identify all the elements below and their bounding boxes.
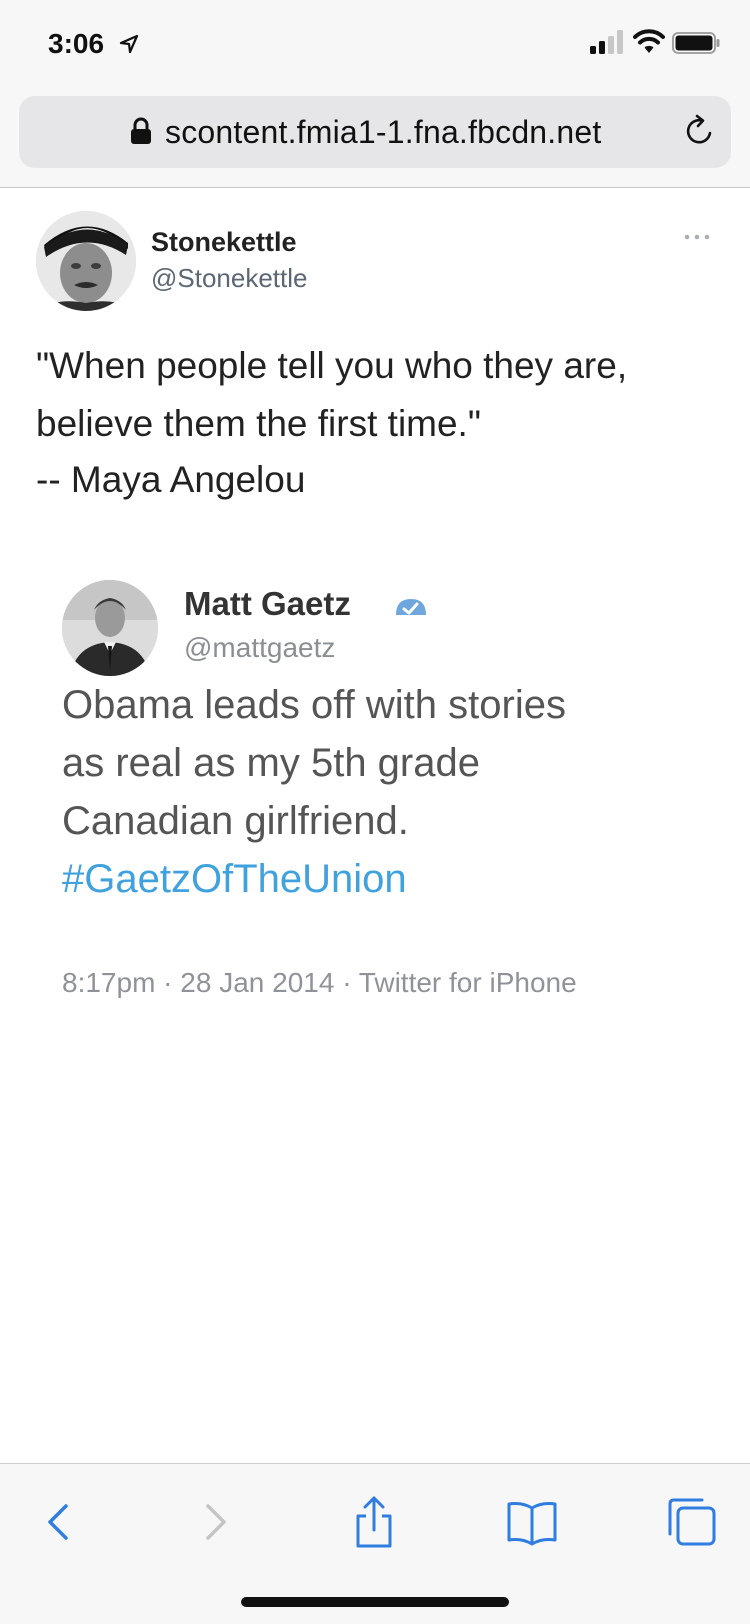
battery-icon — [672, 32, 720, 54]
author-name: Stonekettle — [151, 227, 297, 257]
tweet-text-line: Canadian girlfriend. — [62, 799, 409, 843]
url-text: scontent.fmia1-1.fna.fbcdn.net — [165, 114, 602, 150]
home-indicator — [241, 1597, 509, 1607]
location-arrow-icon — [119, 34, 139, 54]
cellular-signal-icon — [590, 30, 623, 54]
quote-line: believe them the first time." — [36, 403, 481, 444]
stonekettle-avatar-icon — [36, 211, 136, 311]
avatar — [62, 580, 158, 676]
hashtag-link[interactable]: #GaetzOfTheUnion — [62, 857, 407, 902]
share-icon[interactable] — [346, 1494, 402, 1550]
mattgaetz-avatar-icon — [62, 580, 158, 676]
embedded-author-handle: @mattgaetz — [184, 632, 336, 663]
quote-line: "When people tell you who they are, — [36, 345, 628, 386]
tweet-text-line: as real as my 5th grade — [62, 741, 480, 785]
post-image: Stonekettle @Stonekettle "When people te… — [0, 189, 750, 1463]
avatar — [36, 211, 136, 311]
embedded-author-name: Matt Gaetz — [184, 585, 351, 622]
status-bar: 3:06 — [0, 0, 750, 92]
tabs-icon[interactable] — [664, 1494, 720, 1550]
bookmarks-icon[interactable] — [504, 1494, 560, 1550]
browser-address-area: scontent.fmia1-1.fna.fbcdn.net — [0, 92, 750, 188]
tweet-timestamp: 8:17pm · 28 Jan 2014 · Twitter for iPhon… — [62, 967, 577, 998]
quote-line: -- Maya Angelou — [36, 459, 306, 500]
address-bar[interactable]: scontent.fmia1-1.fna.fbcdn.net — [19, 96, 731, 168]
more-options-icon[interactable] — [683, 232, 711, 242]
author-handle: @Stonekettle — [151, 263, 308, 293]
wifi-icon — [633, 29, 665, 53]
lock-icon — [131, 117, 151, 144]
back-icon[interactable] — [30, 1494, 86, 1550]
verified-badge-icon — [396, 599, 426, 615]
forward-icon[interactable] — [188, 1494, 244, 1550]
tweet-text-line: Obama leads off with stories — [62, 683, 566, 727]
reload-icon[interactable] — [681, 113, 717, 149]
status-time: 3:06 — [48, 28, 105, 59]
